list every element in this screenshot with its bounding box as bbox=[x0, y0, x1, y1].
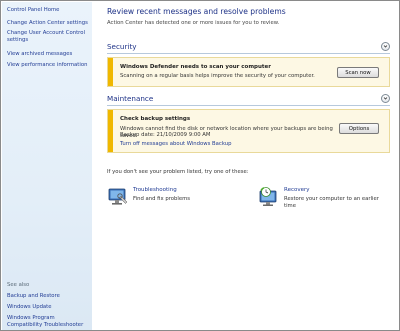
control-panel-home-link[interactable]: Control Panel Home bbox=[7, 7, 91, 14]
options-button[interactable]: Options bbox=[339, 123, 379, 134]
security-heading: Security bbox=[107, 42, 137, 51]
sidebar-link-view-performance-information[interactable]: View performance information bbox=[7, 62, 91, 69]
troubleshooting-description: Find and fix problems bbox=[133, 196, 191, 202]
see-also-heading: See also bbox=[7, 282, 30, 288]
scan-now-button[interactable]: Scan now bbox=[337, 67, 379, 78]
maintenance-message-card: Check backup settings Windows cannot fin… bbox=[107, 109, 390, 153]
see-also-backup-and-restore[interactable]: Backup and Restore bbox=[7, 293, 91, 300]
page-title: Review recent messages and resolve probl… bbox=[107, 7, 286, 16]
maintenance-collapse-chevron-icon[interactable] bbox=[381, 94, 390, 103]
security-message-title: Windows Defender needs to scan your comp… bbox=[120, 64, 271, 70]
see-also-windows-update[interactable]: Windows Update bbox=[7, 304, 91, 311]
security-message-card: Windows Defender needs to scan your comp… bbox=[107, 57, 390, 87]
maintenance-section-header[interactable]: Maintenance bbox=[107, 94, 390, 106]
recovery-link[interactable]: Recovery bbox=[284, 187, 310, 193]
recovery-description: Restore your computer to an earlier time bbox=[284, 196, 379, 209]
action-center-window: Control Panel Home Change Action Center … bbox=[0, 0, 400, 331]
alternative-help-hint: If you don't see your problem listed, tr… bbox=[107, 169, 249, 175]
sidebar-link-change-uac-settings[interactable]: Change User Account Control settings bbox=[7, 30, 91, 43]
warning-bar bbox=[108, 110, 113, 152]
backup-date-text: Backup date: 21/10/2009 9:00 AM bbox=[120, 132, 211, 138]
security-section-header[interactable]: Security bbox=[107, 42, 390, 54]
troubleshooting-icon bbox=[107, 187, 129, 207]
maintenance-heading: Maintenance bbox=[107, 94, 154, 103]
turn-off-backup-messages-link[interactable]: Turn off messages about Windows Backup bbox=[120, 141, 231, 147]
warning-bar bbox=[108, 58, 113, 86]
recovery-icon bbox=[258, 187, 280, 207]
security-collapse-chevron-icon[interactable] bbox=[381, 42, 390, 51]
security-message-text: Scanning on a regular basis helps improv… bbox=[120, 73, 315, 79]
troubleshooting-link[interactable]: Troubleshooting bbox=[133, 187, 177, 193]
sidebar: Control Panel Home Change Action Center … bbox=[2, 2, 92, 330]
see-also-compatibility-troubleshooter[interactable]: Windows Program Compatibility Troublesho… bbox=[7, 315, 91, 328]
recovery-tool: Recovery Restore your computer to an ear… bbox=[258, 187, 398, 219]
maintenance-message-title: Check backup settings bbox=[120, 116, 191, 122]
sidebar-link-change-action-center-settings[interactable]: Change Action Center settings bbox=[7, 20, 91, 27]
sidebar-link-view-archived-messages[interactable]: View archived messages bbox=[7, 51, 91, 58]
main-content: Review recent messages and resolve probl… bbox=[92, 2, 400, 330]
troubleshooting-tool: Troubleshooting Find and fix problems bbox=[107, 187, 237, 219]
page-subtitle: Action Center has detected one or more i… bbox=[107, 20, 280, 26]
